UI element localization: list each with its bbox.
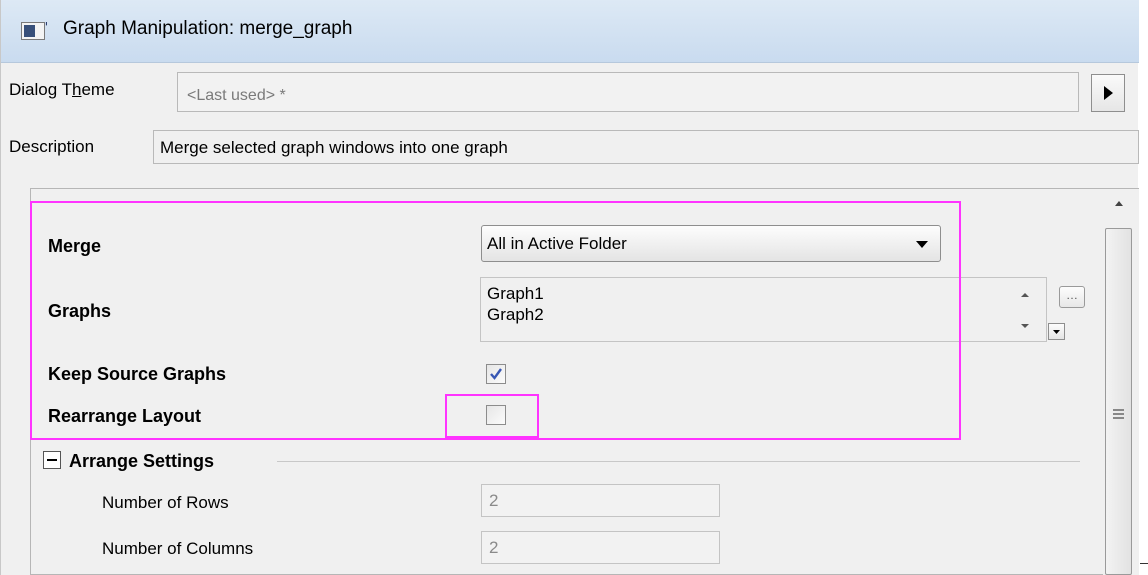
window-title: Graph Manipulation: merge_graph [63,18,353,39]
browse-graphs-button[interactable]: … [1059,286,1085,308]
dialog-theme-menu-button[interactable] [1091,74,1125,112]
graph-manipulation-dialog: ' Graph Manipulation: merge_graph Dialog… [0,0,1139,575]
minus-box-icon[interactable] [43,451,61,469]
list-scroll-down-icon[interactable] [1018,320,1032,332]
chevron-down-icon [1053,330,1060,334]
triangle-right-icon [1104,86,1113,100]
number-of-rows-label: Number of Rows [102,493,229,512]
number-of-columns-field[interactable]: 2 [481,531,720,564]
description-field: Merge selected graph windows into one gr… [153,130,1139,164]
description-label: Description [9,137,95,156]
scrollbar-thumb[interactable] [1105,228,1132,575]
number-of-rows-field[interactable]: 2 [481,484,720,517]
number-of-columns-label: Number of Columns [102,539,254,558]
ellipsis-icon: … [1066,288,1078,302]
arrange-settings-label: Arrange Settings [69,451,215,471]
graph-window-icon: ' [21,20,48,40]
graphs-dropdown-button[interactable] [1048,323,1065,340]
scroll-up-arrow-icon[interactable] [1113,198,1125,210]
dialog-theme-field[interactable]: <Last used> * [177,72,1079,112]
title-bar: ' Graph Manipulation: merge_graph [1,0,1139,63]
highlight-rearrange-checkbox [445,394,539,438]
edge-mark [1140,563,1148,564]
dialog-theme-label: Dialog Theme [9,80,115,99]
group-divider [277,461,1080,462]
list-scroll-up-icon[interactable] [1018,289,1032,301]
